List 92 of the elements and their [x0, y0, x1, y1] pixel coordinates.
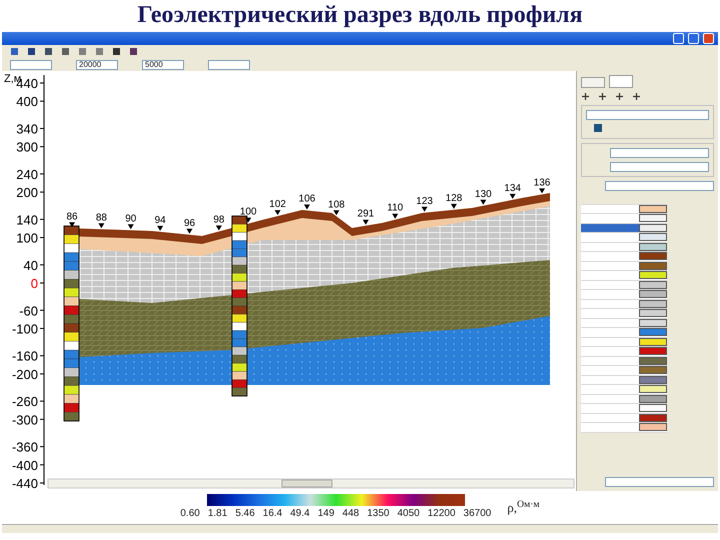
station-label: 96 — [184, 218, 196, 229]
legend-row[interactable] — [581, 366, 667, 376]
axis-tick-label: 400 — [16, 94, 38, 110]
legend-row[interactable] — [581, 233, 667, 242]
legend-row[interactable] — [581, 404, 667, 414]
axis-tick-label: -60 — [19, 303, 38, 318]
scale-label: 12200 — [428, 507, 456, 521]
legend-row[interactable] — [581, 385, 667, 394]
legend-row[interactable] — [581, 290, 667, 300]
station-marker-icon — [186, 228, 192, 234]
station-marker-icon — [392, 214, 398, 219]
station-marker-icon — [157, 226, 164, 231]
maximize-button[interactable] — [688, 33, 699, 44]
station-label: 98 — [213, 214, 224, 226]
scale-label: 1.81 — [208, 507, 228, 521]
legend-row[interactable] — [581, 271, 667, 280]
combo-box[interactable] — [605, 181, 714, 191]
input-field[interactable] — [586, 110, 709, 120]
minimize-button[interactable] — [673, 33, 684, 44]
station-label: 90 — [125, 213, 136, 224]
scale-label: 1350 — [367, 507, 390, 521]
axis-tick-label: -360 — [12, 440, 38, 455]
toolbar-icon[interactable] — [615, 92, 624, 101]
checkbox[interactable] — [594, 124, 602, 132]
station-marker-icon — [128, 224, 134, 230]
axis-tick-label: 340 — [16, 121, 38, 136]
scale-label: 149 — [318, 507, 334, 521]
input-field[interactable] — [605, 477, 714, 487]
legend-row[interactable] — [581, 423, 667, 432]
station-marker-icon — [510, 194, 516, 199]
axis-tick-label: -160 — [12, 348, 38, 364]
scale-label: 448 — [342, 507, 360, 521]
station-marker-icon — [422, 206, 428, 212]
scale-label: 36700 — [463, 507, 492, 521]
close-button[interactable] — [703, 33, 714, 44]
axis-tick-label: -260 — [12, 394, 38, 410]
unit-label: ρ,$^{Ом·м}$ — [507, 498, 540, 517]
station-label: 130 — [474, 188, 492, 200]
toolbar-icon[interactable] — [581, 92, 590, 101]
legend-row[interactable] — [581, 214, 667, 224]
station-label: 123 — [416, 196, 433, 207]
axis-tick-label: 240 — [16, 166, 38, 182]
combo-box[interactable] — [208, 60, 250, 70]
axis-tick-label: 200 — [16, 185, 38, 200]
station-label: 106 — [298, 194, 316, 204]
axis-tick-label: -100 — [12, 321, 38, 336]
input-field[interactable] — [610, 162, 709, 172]
legend-row[interactable] — [581, 347, 667, 356]
legend-row[interactable] — [581, 252, 667, 262]
station-label: 128 — [446, 192, 462, 204]
station-marker-icon — [333, 210, 340, 216]
station-label: 86 — [66, 211, 78, 222]
axis-tick-label: -300 — [12, 412, 38, 428]
input-field[interactable] — [610, 148, 709, 158]
axis-tick-label: 140 — [16, 212, 38, 228]
station-label: 291 — [357, 208, 374, 220]
station-label: 94 — [154, 214, 166, 226]
axis-tick-label: 40 — [24, 258, 38, 273]
station-label: 88 — [96, 212, 107, 224]
scale-label: 0.60 — [180, 507, 200, 521]
legend-row[interactable] — [581, 328, 667, 338]
axis-tick-label: -440 — [12, 476, 38, 491]
legend-row[interactable] — [581, 309, 667, 318]
toolbar-icon[interactable] — [598, 92, 607, 101]
station-marker-icon — [362, 220, 369, 225]
station-label: 108 — [328, 199, 345, 210]
station-marker-icon — [304, 204, 310, 210]
station-marker-icon — [245, 218, 252, 223]
scale-label: 49.4 — [290, 507, 310, 521]
station-marker-icon — [450, 204, 457, 209]
station-marker-icon — [274, 210, 281, 216]
station-label: 134 — [504, 182, 521, 194]
station-label: 136 — [534, 177, 550, 188]
station-label: 100 — [240, 206, 257, 218]
station-marker-icon — [69, 222, 75, 228]
horizontal-scrollbar[interactable] — [48, 478, 574, 488]
scale-label: 5.46 — [235, 507, 255, 521]
station-marker-icon — [98, 223, 104, 228]
axis-tick-label: 300 — [16, 140, 38, 155]
scale-label: 16.4 — [262, 507, 282, 521]
combo-box[interactable]: 5000 — [142, 60, 184, 70]
axis-tick-label: -400 — [12, 458, 38, 473]
axis-tick-label: -200 — [12, 366, 38, 382]
scale-label: 4050 — [397, 507, 420, 521]
toolbar-icon[interactable] — [632, 92, 641, 101]
station-label: 102 — [269, 199, 286, 210]
combo-box[interactable]: 20000 — [76, 60, 118, 70]
slide-title: Геоэлектрический разрез вдоль профиля — [136, 1, 584, 30]
axis-tick-label: 0 — [30, 276, 38, 291]
station-label: 110 — [387, 202, 404, 214]
axis-tick-label: 100 — [16, 230, 38, 246]
station-marker-icon — [216, 226, 222, 230]
